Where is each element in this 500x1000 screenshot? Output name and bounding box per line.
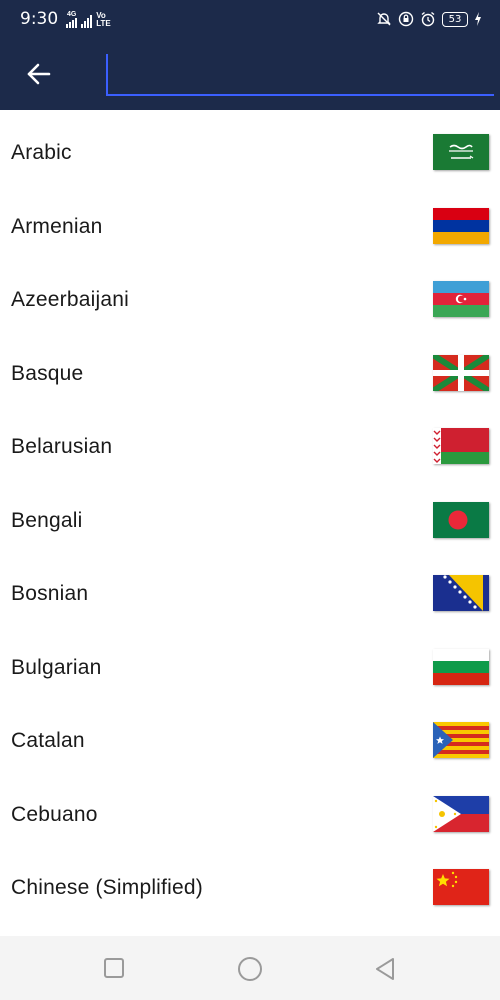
- list-item-cebuano[interactable]: Cebuano: [0, 778, 500, 851]
- list-item-catalan[interactable]: Catalan: [0, 704, 500, 777]
- china-flag-icon: [433, 869, 489, 905]
- network-label: 4G: [67, 11, 77, 18]
- belarus-flag-icon: [433, 428, 489, 464]
- language-list: Arabic Armenian Azeerbaijani Basque Bela…: [0, 110, 500, 936]
- language-name: Basque: [11, 361, 84, 385]
- list-item-belarusian[interactable]: Belarusian: [0, 410, 500, 483]
- language-name: Bengali: [11, 508, 83, 532]
- list-item-bengali[interactable]: Bengali: [0, 484, 500, 557]
- back-button[interactable]: [20, 56, 58, 92]
- signal-icon: 4G: [66, 11, 78, 28]
- charging-icon: [475, 12, 481, 26]
- signal-icon-2: [81, 15, 93, 28]
- list-item-chinese-simplified[interactable]: Chinese (Simplified): [0, 851, 500, 924]
- bulgaria-flag-icon: [433, 649, 489, 685]
- system-nav-bar: [0, 936, 500, 1000]
- list-item-arabic[interactable]: Arabic: [0, 116, 500, 189]
- alarm-icon: [421, 11, 435, 27]
- language-name: Catalan: [11, 728, 85, 752]
- azerbaijan-flag-icon: [433, 281, 489, 317]
- app-bar: [0, 38, 500, 110]
- mute-icon: [377, 12, 391, 26]
- status-time: 9:30: [20, 9, 59, 29]
- catalonia-flag-icon: [433, 722, 489, 758]
- battery-icon: 53: [442, 11, 468, 27]
- language-name: Azeerbaijani: [11, 287, 129, 311]
- list-item-armenian[interactable]: Armenian: [0, 190, 500, 263]
- bosnia-flag-icon: [433, 575, 489, 611]
- language-name: Armenian: [11, 214, 103, 238]
- language-name: Arabic: [11, 140, 72, 164]
- volte-icon: Vo LTE: [96, 11, 111, 28]
- network-indicators: 4G Vo LTE: [66, 10, 111, 28]
- language-name: Chinese (Simplified): [11, 875, 203, 899]
- saudi-arabia-flag-icon: [433, 134, 489, 170]
- status-right-icons: 53: [376, 11, 482, 27]
- language-name: Bosnian: [11, 581, 89, 605]
- language-name: Bulgarian: [11, 655, 102, 679]
- language-name: Cebuano: [11, 802, 98, 826]
- back-triangle-icon[interactable]: [373, 956, 399, 982]
- bangladesh-flag-icon: [433, 502, 489, 538]
- list-item-basque[interactable]: Basque: [0, 337, 500, 410]
- list-item-bosnian[interactable]: Bosnian: [0, 557, 500, 630]
- status-bar: 9:30 4G Vo LTE 53: [0, 0, 500, 38]
- search-input[interactable]: [106, 54, 494, 96]
- list-item-azerbaijani[interactable]: Azeerbaijani: [0, 263, 500, 336]
- vpn-icon: [398, 11, 414, 27]
- basque-flag-icon: [433, 355, 489, 391]
- recents-square-icon[interactable]: [102, 956, 128, 982]
- armenia-flag-icon: [433, 208, 489, 244]
- philippines-flag-icon: [433, 796, 489, 832]
- home-circle-icon[interactable]: [237, 956, 263, 982]
- language-name: Belarusian: [11, 434, 113, 458]
- list-item-bulgarian[interactable]: Bulgarian: [0, 631, 500, 704]
- arrow-left-icon: [27, 63, 51, 85]
